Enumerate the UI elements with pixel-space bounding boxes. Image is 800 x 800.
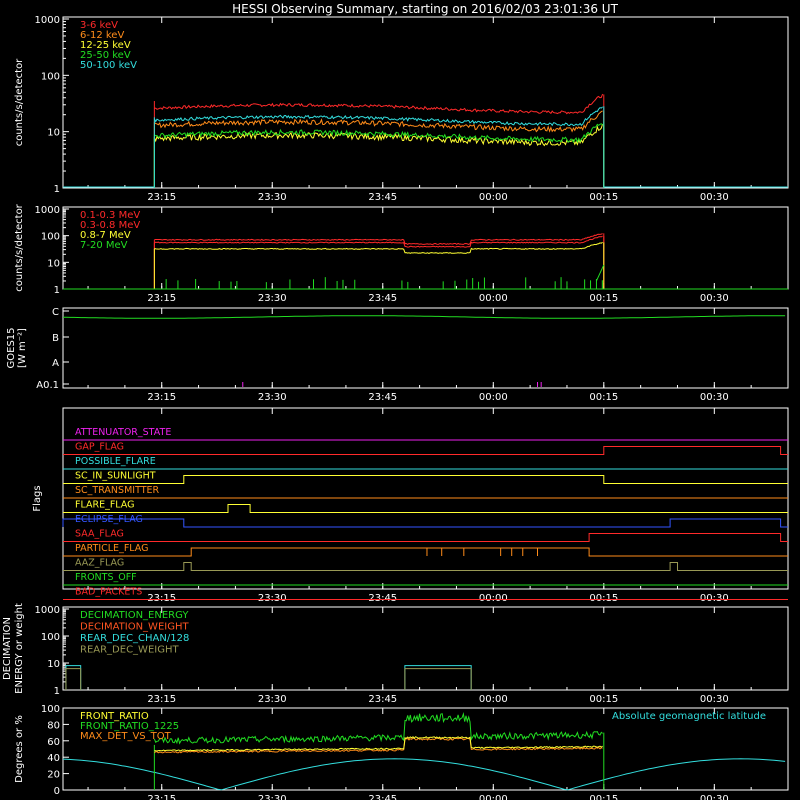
legend-entry: DECIMATION_ENERGY xyxy=(80,610,189,621)
x-tick-label: 00:15 xyxy=(589,694,618,705)
y-tick-label: 10 xyxy=(47,258,60,269)
flag-label: SAA_FLAG xyxy=(75,529,124,540)
y-tick-label: 100 xyxy=(41,704,60,715)
legend-entry: REAR_DEC_CHAN/128 xyxy=(80,633,189,644)
x-tick-label: 23:45 xyxy=(368,392,397,403)
x-tick-label: 23:15 xyxy=(147,392,176,403)
y-tick-label: 1 xyxy=(54,285,60,296)
legend-entry: MAX_DET_VS_TOT xyxy=(80,731,172,742)
x-tick-label: 00:15 xyxy=(589,293,618,304)
legend-entry: 50-100 keV xyxy=(80,60,137,71)
x-tick-label: 23:15 xyxy=(147,593,176,604)
x-tick-label: 23:30 xyxy=(258,593,287,604)
x-tick-label: 00:00 xyxy=(479,293,508,304)
decimation-ylabel: DECIMATION xyxy=(2,617,13,680)
y-tick-label: 1 xyxy=(54,686,60,697)
x-tick-label: 00:15 xyxy=(589,593,618,604)
x-tick-label: 23:15 xyxy=(147,293,176,304)
y-tick-label: 20 xyxy=(47,770,60,781)
x-tick-label: 00:15 xyxy=(589,392,618,403)
x-tick-label: 00:00 xyxy=(479,794,508,800)
flag-label: SC_IN_SUNLIGHT xyxy=(75,471,156,482)
hxr-ylabel: counts/s/detector xyxy=(14,58,25,146)
x-tick-label: 23:30 xyxy=(258,392,287,403)
x-tick-label: 00:00 xyxy=(479,694,508,705)
y-tick-label: A0.1 xyxy=(36,380,59,391)
x-tick-label: 23:30 xyxy=(258,694,287,705)
x-tick-label: 23:15 xyxy=(147,694,176,705)
flag-label: BAD_PACKETS xyxy=(75,587,142,598)
x-tick-label: 23:15 xyxy=(147,794,176,800)
x-tick-label: 00:00 xyxy=(479,192,508,203)
x-tick-label: 23:45 xyxy=(368,593,397,604)
flag-label: POSSIBLE_FLARE xyxy=(75,456,156,467)
y-tick-label: 80 xyxy=(47,720,60,731)
x-tick-label: 23:45 xyxy=(368,192,397,203)
ratios-ylabel: Degrees or % xyxy=(14,715,25,783)
ratios-annotation: Absolute geomagnetic latitude xyxy=(612,711,766,722)
x-tick-label: 23:45 xyxy=(368,694,397,705)
y-tick-label: 0 xyxy=(54,786,60,797)
x-tick-label: 23:30 xyxy=(258,192,287,203)
x-tick-label: 00:30 xyxy=(700,293,729,304)
flags-ylabel: Flags xyxy=(32,485,43,511)
goes-ylabel-units: [W m⁻²] xyxy=(17,328,28,368)
x-tick-label: 00:30 xyxy=(700,392,729,403)
y-tick-label: C xyxy=(52,307,59,318)
y-tick-label: B xyxy=(52,333,59,344)
y-tick-label: 10 xyxy=(47,128,60,139)
y-tick-label: 100 xyxy=(41,632,60,643)
x-tick-label: 00:00 xyxy=(479,593,508,604)
decimation-ylabel2: ENERGY or weight xyxy=(14,603,25,694)
x-tick-label: 00:30 xyxy=(700,794,729,800)
flag-label: PARTICLE_FLAG xyxy=(75,543,148,554)
flag-label: AAZ_FLAG xyxy=(75,558,124,569)
flag-label: FLARE_FLAG xyxy=(75,500,135,511)
y-tick-label: 1000 xyxy=(35,15,60,26)
y-tick-label: 100 xyxy=(41,71,60,82)
flag-label: SC_TRANSMITTER xyxy=(75,485,160,496)
flag-label: FRONTS_OFF xyxy=(75,572,137,583)
y-tick-label: 60 xyxy=(47,737,60,748)
legend-entry: REAR_DEC_WEIGHT xyxy=(80,645,179,656)
x-tick-label: 00:30 xyxy=(700,593,729,604)
x-tick-label: 23:45 xyxy=(368,293,397,304)
observing-summary-figure: HESSI Observing Summary, starting on 201… xyxy=(0,0,800,800)
x-tick-label: 23:45 xyxy=(368,794,397,800)
legend-entry: DECIMATION_WEIGHT xyxy=(80,622,189,633)
x-tick-label: 23:30 xyxy=(258,293,287,304)
y-tick-label: 1000 xyxy=(35,605,60,616)
flag-label: GAP_FLAG xyxy=(75,442,124,453)
x-tick-label: 23:15 xyxy=(147,192,176,203)
gamma-ylabel: counts/s/detector xyxy=(14,203,25,291)
x-tick-label: 00:00 xyxy=(479,392,508,403)
flag-label: ATTENUATOR_STATE xyxy=(75,427,171,438)
y-tick-label: 10 xyxy=(47,659,60,670)
y-tick-label: 1000 xyxy=(35,205,60,216)
x-tick-label: 00:30 xyxy=(700,192,729,203)
y-tick-label: 40 xyxy=(47,753,60,764)
x-tick-label: 00:15 xyxy=(589,794,618,800)
y-tick-label: A xyxy=(52,358,59,369)
figure-title: HESSI Observing Summary, starting on 201… xyxy=(232,2,618,16)
y-tick-label: 100 xyxy=(41,232,60,243)
x-tick-label: 23:30 xyxy=(258,794,287,800)
legend-entry: 7-20 MeV xyxy=(80,240,128,251)
x-tick-label: 00:30 xyxy=(700,694,729,705)
goes-ylabel: GOES15 xyxy=(6,327,17,368)
y-tick-label: 1 xyxy=(54,184,60,195)
x-tick-label: 00:15 xyxy=(589,192,618,203)
